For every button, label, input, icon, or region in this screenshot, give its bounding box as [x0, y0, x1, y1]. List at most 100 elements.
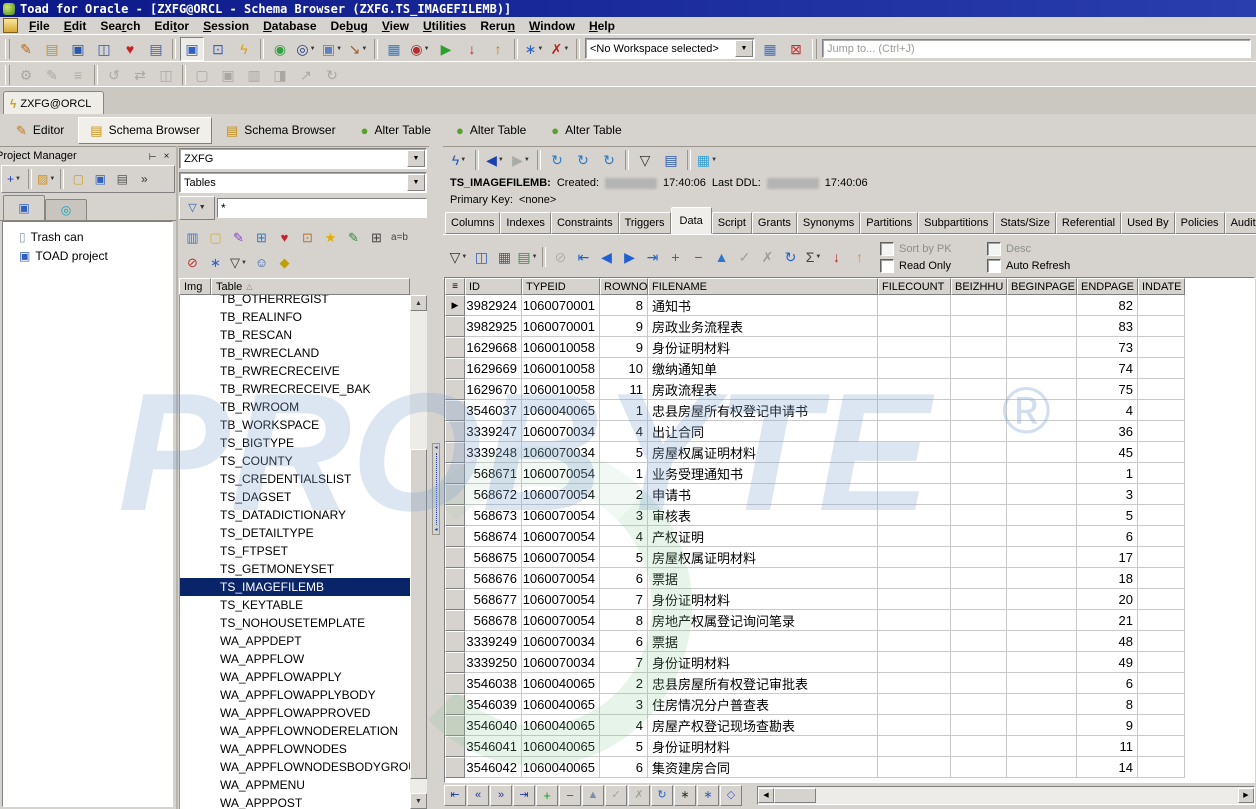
scroll-up-button[interactable]: ▲ [410, 295, 427, 311]
nav-eraser-icon[interactable]: ◇ [720, 785, 742, 806]
tab-subpartitions[interactable]: Subpartitions [918, 212, 994, 234]
grid-cell-beizhhu[interactable] [951, 337, 1007, 358]
scroll-down-button[interactable]: ▼ [410, 793, 427, 809]
menu-window[interactable]: Window [522, 19, 582, 33]
grid-cell-id[interactable]: 1629668 [465, 337, 522, 358]
grid-cell-indate[interactable] [1138, 379, 1185, 400]
sql-heart-icon[interactable]: ♥ [273, 226, 296, 249]
grid-cell-indate[interactable] [1138, 547, 1185, 568]
split-view-icon[interactable]: ⇄ [128, 63, 152, 87]
grid-cell-beizhhu[interactable] [951, 715, 1007, 736]
grid-cell-filecount[interactable] [878, 442, 951, 463]
menu-session[interactable]: Session [196, 19, 256, 33]
table-list-item[interactable]: TS_DAGSET [180, 488, 410, 506]
grid-cell-id[interactable]: 568676 [465, 568, 522, 589]
grid-cell-filename[interactable]: 集资建房合同 [648, 757, 878, 778]
grid-column-header-filename[interactable]: FILENAME [648, 278, 878, 295]
grid-cell-endpage[interactable]: 21 [1077, 610, 1138, 631]
print-icon[interactable]: ▤ [112, 168, 132, 190]
grid-cell-filename[interactable]: 住房情况分户普查表 [648, 694, 878, 715]
tab-policies[interactable]: Policies [1175, 212, 1225, 234]
grid-cell-typeid[interactable]: 1060070054 [522, 610, 600, 631]
grid-cell-filecount[interactable] [878, 316, 951, 337]
table-list-item[interactable]: WA_APPFLOWNODERELATION [180, 722, 410, 740]
grid-cell-filename[interactable]: 身份证明材料 [648, 589, 878, 610]
grid-cell-typeid[interactable]: 1060040065 [522, 736, 600, 757]
copy-file-icon[interactable]: ◨ [268, 63, 292, 87]
tab-indexes[interactable]: Indexes [500, 212, 551, 234]
grid-cell-indate[interactable] [1138, 295, 1185, 316]
sql-monitor-icon[interactable]: ♥ [118, 37, 142, 61]
grid-cell-filecount[interactable] [878, 673, 951, 694]
tab-stats-size[interactable]: Stats/Size [994, 212, 1056, 234]
grid-cell-beginpage[interactable] [1007, 736, 1077, 757]
grid-cell-filename[interactable]: 通知书 [648, 295, 878, 316]
grid-cell-typeid[interactable]: 1060070054 [522, 484, 600, 505]
grid-cell-indate[interactable] [1138, 631, 1185, 652]
table-list-scrollbar[interactable]: ▲ ▼ [410, 295, 427, 809]
grid-cell-indate[interactable] [1138, 484, 1185, 505]
grid-cell-typeid[interactable]: 1060070001 [522, 295, 600, 316]
share-file-icon[interactable]: ↗ [294, 63, 318, 87]
tab-data[interactable]: Data [671, 207, 712, 234]
workspace-selector[interactable]: <No Workspace selected> ▼ [585, 38, 755, 59]
grid-cell-id[interactable]: 3339247 [465, 421, 522, 442]
schema-dropdown-button[interactable]: ▼ [407, 150, 425, 167]
grid-cell-filecount[interactable] [878, 631, 951, 652]
close-panel-button[interactable]: × [159, 149, 174, 163]
grid-cell-endpage[interactable]: 48 [1077, 631, 1138, 652]
copy-icon[interactable]: ◫ [154, 63, 178, 87]
grid-cell-filename[interactable]: 票据 [648, 568, 878, 589]
grid-cell-id[interactable]: 3982924 [465, 295, 522, 316]
grid-cell-rowno[interactable]: 2 [600, 673, 648, 694]
object-type-selector[interactable]: Tables ▼ [179, 172, 427, 193]
grid-column-header-id[interactable]: ID [465, 278, 522, 295]
menu-edit[interactable]: Edit [57, 19, 94, 33]
next-record-icon[interactable]: ▶ [618, 245, 641, 268]
grid-cell-typeid[interactable]: 1060010058 [522, 358, 600, 379]
nav-delete-icon[interactable]: − [559, 785, 581, 806]
grid-cell-endpage[interactable]: 4 [1077, 400, 1138, 421]
table-list-item[interactable]: TS_COUNTY [180, 452, 410, 470]
grid-cell-beginpage[interactable] [1007, 526, 1077, 547]
menu-database[interactable]: Database [256, 19, 323, 33]
grid-cell-beginpage[interactable] [1007, 631, 1077, 652]
drop-table-icon[interactable]: ⊘ [181, 251, 204, 274]
grid-cell-beizhhu[interactable] [951, 463, 1007, 484]
grid-cell-filecount[interactable] [878, 463, 951, 484]
duplicate-row-icon[interactable]: ◫ [470, 245, 493, 268]
grid-cell-filename[interactable]: 出让合同 [648, 421, 878, 442]
grid-column-header-indate[interactable]: INDATE [1138, 278, 1185, 295]
window-tab-alter-table[interactable]: ●Alter Table [350, 118, 442, 143]
splitter-collapse-handle[interactable]: ◂ ◂ [432, 443, 440, 535]
end-connection-icon[interactable]: ✗▼ [548, 37, 572, 61]
table-list-item[interactable]: WA_APPFLOWNODESBODYGROUP [180, 758, 410, 776]
window-tab-schema-browser[interactable]: ▤Schema Browser [215, 118, 347, 143]
grid-cell-rowno[interactable]: 8 [600, 295, 648, 316]
grid-cell-filecount[interactable] [878, 694, 951, 715]
tab-auditing[interactable]: Auditing [1225, 212, 1256, 234]
grid-cell-filename[interactable]: 房政流程表 [648, 379, 878, 400]
grid-cell-filecount[interactable] [878, 484, 951, 505]
grid-cell-rowno[interactable]: 8 [600, 610, 648, 631]
grid-cell-filecount[interactable] [878, 505, 951, 526]
current-window-icon[interactable]: ▣ [180, 37, 204, 61]
grid-column-header-typeid[interactable]: TYPEID [522, 278, 600, 295]
object-type-dropdown-button[interactable]: ▼ [407, 174, 425, 191]
grid-cell-beizhhu[interactable] [951, 505, 1007, 526]
forward-icon[interactable]: ▶▼ [509, 148, 533, 172]
table-list-item[interactable]: WA_APPFLOWNODES [180, 740, 410, 758]
grid-cell-rowno[interactable]: 5 [600, 736, 648, 757]
grid-cell-beizhhu[interactable] [951, 547, 1007, 568]
table-name-filter-input[interactable] [217, 198, 427, 218]
window-new-icon[interactable]: ▣▼ [320, 37, 344, 61]
grid-cell-filecount[interactable] [878, 400, 951, 421]
grid-cell-rowno[interactable]: 7 [600, 589, 648, 610]
grid-cell-indate[interactable] [1138, 589, 1185, 610]
grid-cell-indate[interactable] [1138, 421, 1185, 442]
database-browser-icon[interactable]: ▣ [66, 37, 90, 61]
undo-edit-icon[interactable]: ⊘ [549, 245, 572, 268]
open-project-icon[interactable]: ▨▼ [36, 168, 56, 190]
grid-cell-filename[interactable]: 票据 [648, 631, 878, 652]
grid-cell-typeid[interactable]: 1060070054 [522, 526, 600, 547]
